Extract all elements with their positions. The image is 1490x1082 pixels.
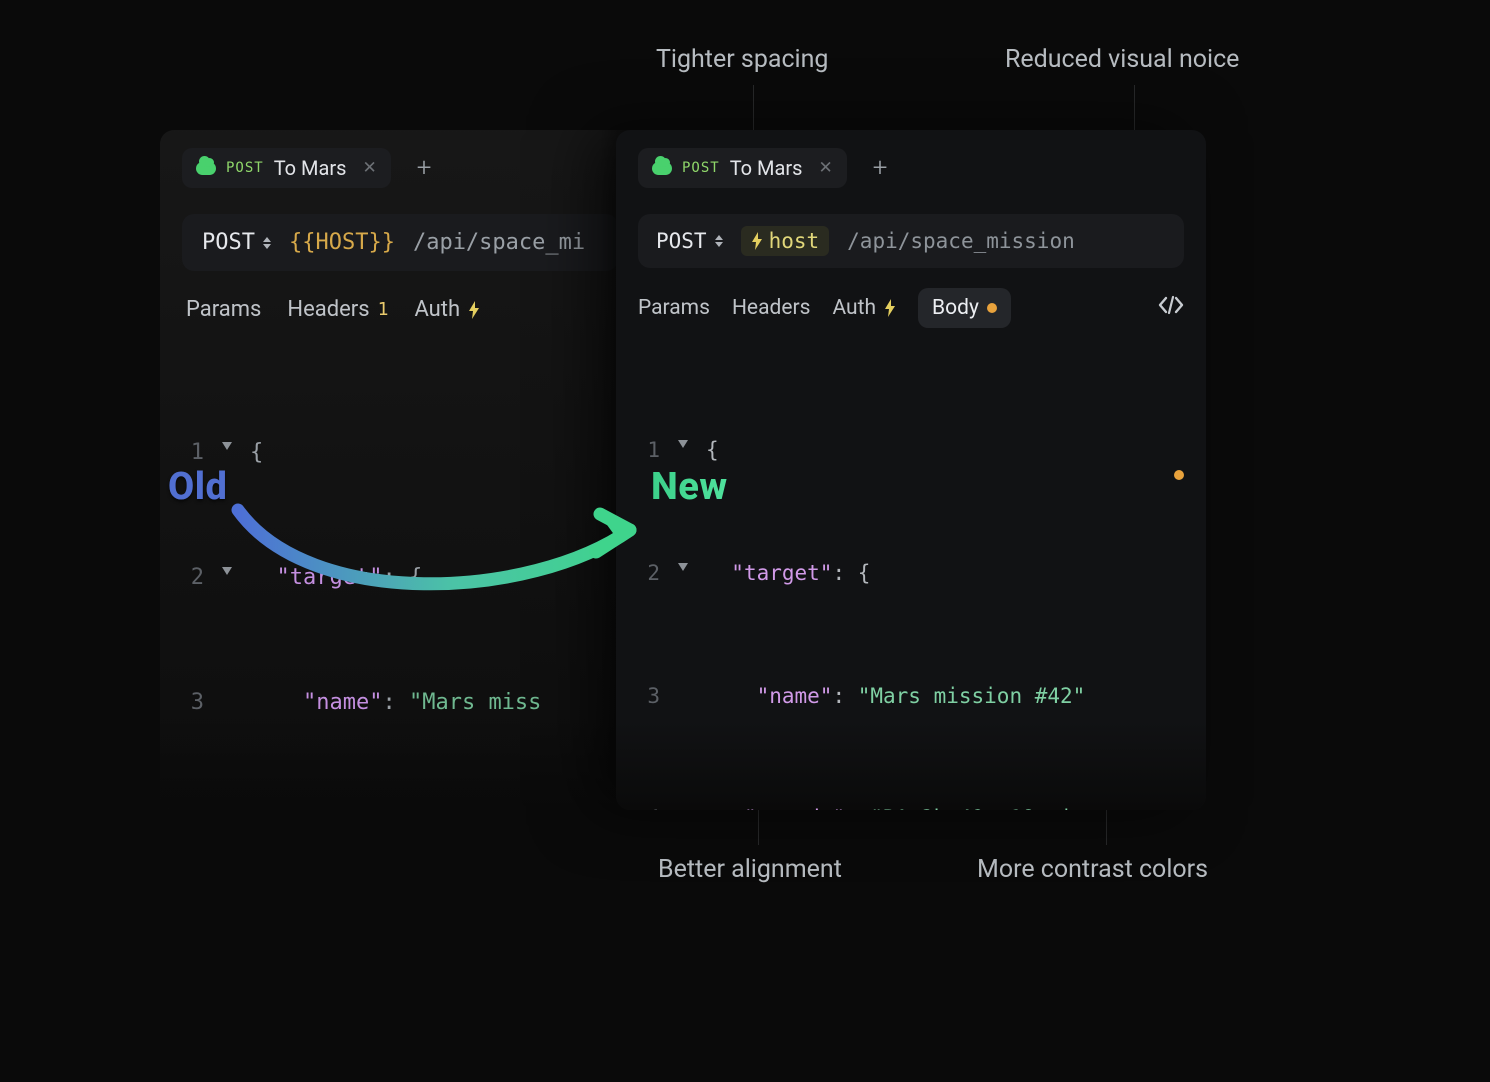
tab-body[interactable]: Body: [918, 288, 1011, 328]
method-select[interactable]: POST: [656, 229, 723, 253]
tab-params[interactable]: Params: [186, 297, 261, 322]
annotation-more-contrast: More contrast colors: [977, 855, 1208, 884]
headers-count: 1: [378, 299, 389, 320]
line-number: 3: [634, 676, 660, 717]
badge-old: Old: [168, 465, 227, 509]
code-text: "name": "Mars mission #42": [706, 676, 1085, 717]
url-path: /api/space_mi: [413, 230, 585, 255]
fold-icon[interactable]: [222, 442, 232, 450]
arrow-icon: [230, 470, 660, 610]
tab-auth-label: Auth: [832, 296, 876, 320]
tab-headers-label: Headers: [287, 297, 369, 322]
close-icon[interactable]: ✕: [357, 158, 377, 178]
bolt-icon: [468, 301, 480, 319]
updown-icon: [263, 237, 271, 249]
tab-auth[interactable]: Auth: [832, 296, 896, 320]
url-bar[interactable]: POST host /api/space_mission: [638, 214, 1184, 268]
code-text: {: [250, 432, 263, 474]
code-text: "name": "Mars miss: [250, 682, 541, 724]
tab-to-mars[interactable]: POST To Mars ✕: [182, 148, 391, 188]
annotation-reduced-noise: Reduced visual noice: [1005, 45, 1239, 74]
request-subtabs: Params Headers Auth Body: [616, 268, 1206, 338]
cloud-icon: [196, 162, 216, 175]
url-path: /api/space_mission: [847, 229, 1075, 253]
bolt-icon: [751, 232, 763, 250]
updown-icon: [715, 235, 723, 247]
tab-bar: POST To Mars ✕ +: [616, 130, 1206, 198]
request-subtabs: Params Headers 1 Auth: [160, 271, 640, 334]
tab-to-mars[interactable]: POST To Mars ✕: [638, 148, 847, 188]
method-label: POST: [202, 230, 255, 255]
method-select[interactable]: POST: [202, 230, 271, 255]
code-text: "coords": "RA 2h: [250, 808, 515, 810]
line-number: 4: [634, 798, 660, 810]
code-editor-new[interactable]: 1{ 2 "target": { 3 "name": "Mars mission…: [616, 338, 1206, 810]
tab-bar: POST To Mars ✕ +: [160, 130, 640, 198]
tab-method: POST: [682, 160, 720, 176]
close-icon[interactable]: ✕: [813, 158, 833, 178]
tab-headers[interactable]: Headers 1: [287, 297, 388, 322]
new-tab-button[interactable]: +: [865, 149, 896, 187]
fold-icon[interactable]: [678, 563, 688, 571]
tab-body-label: Body: [932, 296, 979, 320]
fold-icon[interactable]: [678, 440, 688, 448]
new-tab-button[interactable]: +: [409, 149, 440, 187]
annotation-tighter-spacing: Tighter spacing: [656, 45, 828, 74]
tab-title: To Mars: [274, 156, 347, 180]
line-number: 4: [178, 808, 204, 810]
line-marker-dot-icon: [1174, 470, 1184, 480]
tab-params[interactable]: Params: [638, 296, 710, 320]
bolt-icon: [884, 299, 896, 317]
line-number: 2: [178, 557, 204, 599]
unsaved-dot-icon: [987, 303, 997, 313]
tab-headers[interactable]: Headers: [732, 296, 810, 320]
host-label: host: [769, 229, 820, 253]
tab-title: To Mars: [730, 156, 803, 180]
badge-new: New: [651, 465, 728, 509]
tab-auth-label: Auth: [414, 297, 460, 322]
line-number: 3: [178, 682, 204, 724]
code-text: "target": {: [706, 553, 870, 594]
url-variable: {{HOST}}: [289, 230, 395, 255]
cloud-icon: [652, 162, 672, 175]
annotation-better-alignment: Better alignment: [658, 855, 842, 884]
tab-method: POST: [226, 160, 264, 176]
code-text: "coords": "RA 2h 49m 18s |: [706, 798, 1073, 810]
method-label: POST: [656, 229, 707, 253]
host-variable-chip[interactable]: host: [741, 226, 830, 256]
tab-auth[interactable]: Auth: [414, 297, 480, 322]
code-view-button[interactable]: [1158, 295, 1184, 321]
url-bar[interactable]: POST {{HOST}} /api/space_mi: [182, 214, 618, 271]
